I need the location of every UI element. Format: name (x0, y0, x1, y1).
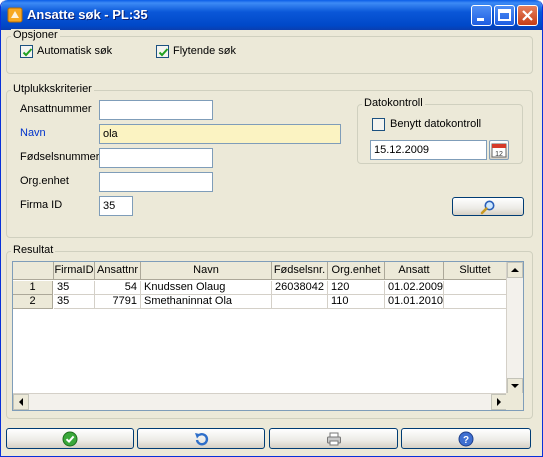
date-input[interactable]: 15.12.2009 (370, 140, 487, 160)
undo-button[interactable] (137, 428, 265, 449)
search-icon (480, 200, 495, 214)
vertical-scrollbar[interactable] (506, 262, 523, 394)
scroll-up-icon (511, 268, 519, 272)
maximize-button[interactable] (494, 5, 515, 26)
row-header-1[interactable]: 1 (13, 281, 53, 295)
floating-search-checkbox[interactable] (156, 45, 169, 58)
orgenhet-input[interactable] (99, 172, 213, 192)
help-button[interactable]: ? (401, 428, 531, 449)
datecontrol-legend: Datokontroll (362, 97, 425, 109)
column-header-firmaid[interactable]: FirmaID (54, 262, 95, 280)
scroll-down-icon (511, 384, 519, 388)
ansattnummer-input[interactable] (99, 100, 213, 120)
column-header-sluttet[interactable]: Sluttet (444, 262, 507, 280)
calendar-icon: 12 (491, 143, 507, 158)
column-header-orgenhet[interactable]: Org.enhet (328, 262, 385, 280)
scroll-up-button[interactable] (507, 262, 523, 278)
scroll-corner (506, 393, 523, 410)
auto-search-checkbox[interactable] (20, 45, 33, 58)
orgenhet-label: Org.enhet (20, 175, 69, 187)
column-header-ansattnr[interactable]: Ansattnr (95, 262, 141, 280)
horizontal-scrollbar[interactable] (13, 393, 507, 410)
column-header-navn[interactable]: Navn (141, 262, 272, 280)
close-button[interactable] (517, 5, 538, 26)
table-cell[interactable]: 54 (95, 281, 141, 295)
navn-label: Navn (20, 127, 46, 139)
use-datecontrol-checkbox[interactable] (372, 118, 385, 131)
table-cell[interactable]: 01.01.2010 (385, 295, 444, 309)
fodselsnummer-input[interactable] (99, 148, 213, 168)
result-legend: Resultat (11, 244, 56, 256)
calendar-button[interactable]: 12 (489, 140, 509, 160)
svg-text:12: 12 (495, 151, 503, 158)
fodselsnummer-label: Fødselsnummer (20, 151, 100, 163)
table-cell[interactable] (444, 295, 507, 309)
scroll-right-button[interactable] (491, 394, 507, 410)
table-cell[interactable]: 26038042 (272, 281, 328, 295)
use-datecontrol-label: Benytt datokontroll (390, 118, 482, 130)
table-cell[interactable]: 120 (328, 281, 385, 295)
column-header-fodselsnr[interactable]: Fødselsnr. (272, 262, 328, 280)
title-bar[interactable]: Ansatte søk - PL:35 (1, 0, 542, 30)
firmaid-input[interactable]: 35 (99, 196, 133, 216)
table-cell[interactable] (444, 281, 507, 295)
scroll-down-button[interactable] (507, 378, 523, 394)
print-button[interactable] (269, 428, 398, 449)
window-title: Ansatte søk - PL:35 (27, 7, 148, 22)
navn-input[interactable]: ola (99, 124, 341, 144)
firmaid-label: Firma ID (20, 199, 63, 211)
table-cell[interactable]: Smethaninnat Ola (141, 295, 272, 309)
result-grid[interactable]: FirmaID Ansattnr Navn Fødselsnr. Org.enh… (12, 261, 524, 411)
table-cell[interactable]: 35 (54, 281, 95, 295)
app-icon[interactable] (7, 7, 23, 23)
help-icon: ? (458, 431, 474, 446)
table-cell[interactable] (272, 295, 328, 309)
table-cell[interactable]: 110 (328, 295, 385, 309)
floating-search-label: Flytende søk (173, 45, 236, 57)
table-cell[interactable]: Knudssen Olaug (141, 281, 272, 295)
app-window: Ansatte søk - PL:35 Opsjoner Automatisk … (0, 0, 543, 457)
table-cell[interactable]: 35 (54, 295, 95, 309)
scroll-right-icon (497, 398, 501, 406)
ansattnummer-label: Ansattnummer (20, 103, 92, 115)
scroll-left-icon (19, 398, 23, 406)
print-icon (326, 432, 341, 445)
column-header-ansatt[interactable]: Ansatt (385, 262, 444, 280)
table-cell[interactable]: 01.02.2009 (385, 281, 444, 295)
minimize-button[interactable] (471, 5, 492, 26)
grid-corner-header (13, 262, 54, 280)
ok-check-icon (62, 431, 78, 446)
criteria-legend: Utplukkskriterier (11, 83, 94, 95)
search-button[interactable] (452, 197, 524, 216)
svg-text:?: ? (463, 435, 469, 446)
table-cell[interactable]: 7791 (95, 295, 141, 309)
ok-button[interactable] (6, 428, 134, 449)
options-legend: Opsjoner (11, 29, 60, 41)
row-header-2[interactable]: 2 (13, 295, 53, 309)
undo-icon (195, 432, 209, 445)
auto-search-label: Automatisk søk (37, 45, 113, 57)
scroll-left-button[interactable] (13, 394, 29, 410)
